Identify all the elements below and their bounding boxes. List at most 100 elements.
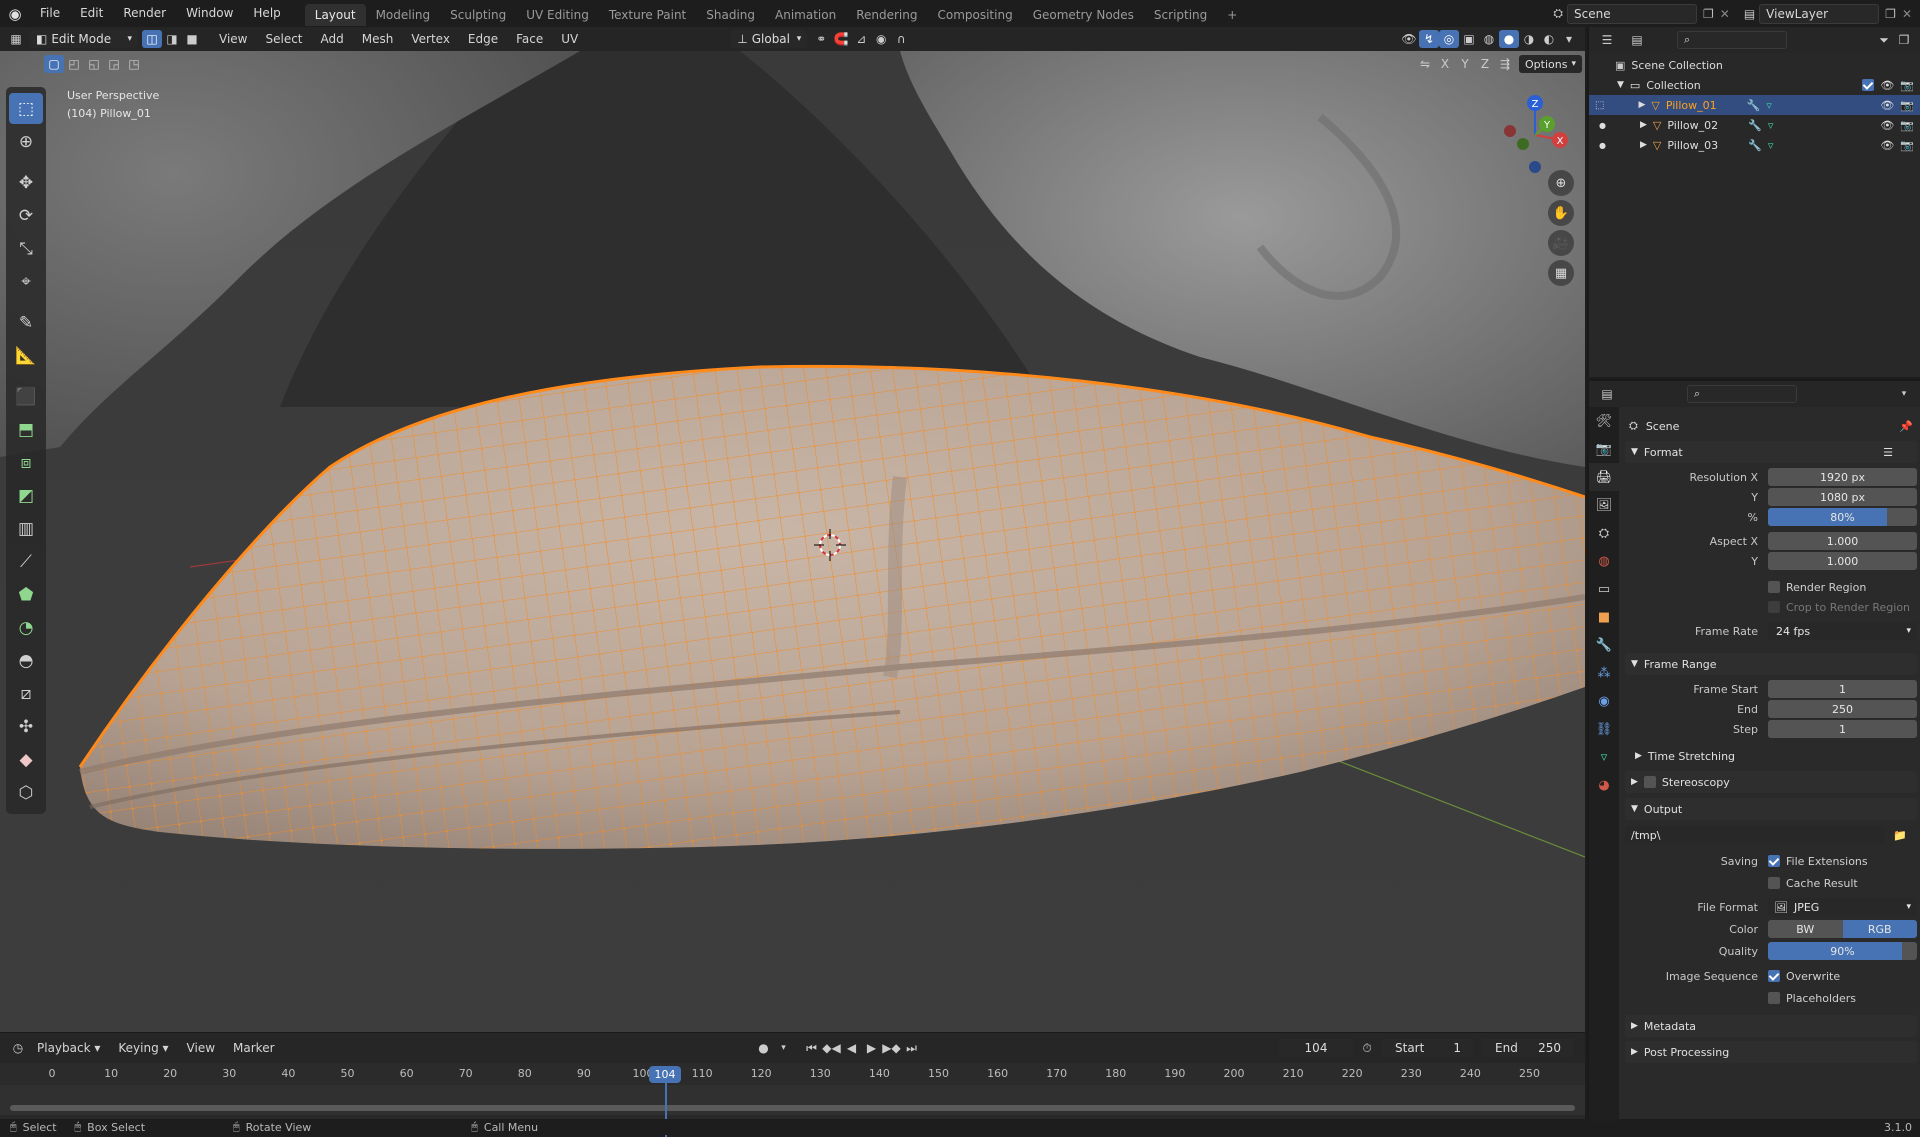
shear-tool-icon[interactable]: ◆ [9,744,43,775]
transform-tool-icon[interactable]: ⌖ [9,266,43,297]
quality-slider[interactable]: 90% [1768,942,1917,960]
outliner-collection[interactable]: ▼ ▭ Collection 👁 📷 [1589,75,1920,95]
snap-icon[interactable]: 🧲 [831,30,851,48]
new-collection-icon[interactable]: ❐ [1894,31,1914,49]
pan-hand-icon[interactable]: ✋ [1548,200,1574,226]
view-layer-tab-icon[interactable]: 🖼 [1589,491,1619,519]
display-mode-icon[interactable]: ▤ [1627,31,1647,49]
frame-start-field[interactable]: 1 [1768,680,1917,698]
overwrite-checkbox[interactable] [1768,970,1780,982]
tab-texture-paint[interactable]: Texture Paint [599,4,696,26]
data-tab-icon[interactable]: ▿ [1589,743,1619,771]
render-region-checkbox[interactable] [1768,581,1780,593]
mirror-icon[interactable]: ⇋ [1415,55,1435,73]
tab-layout[interactable]: Layout [304,3,366,26]
view-layer-selector[interactable]: ViewLayer [1759,3,1880,24]
eye-icon[interactable]: 👁 [1880,99,1894,112]
snap-target-icon[interactable]: ⊿ [851,30,871,48]
tool-tab-icon[interactable]: 🛠 [1589,407,1619,435]
stereoscopy-checkbox[interactable] [1643,776,1656,788]
axis-x-toggle[interactable]: X [1435,55,1455,73]
annotate-tool-icon[interactable]: ✎ [9,307,43,338]
end-frame-field[interactable]: End 250 [1481,1039,1573,1057]
timeline-track[interactable] [0,1085,1585,1115]
format-panel-header[interactable]: ▼ Format ☰ [1625,441,1917,463]
tab-animation[interactable]: Animation [765,4,846,26]
crop-region-checkbox[interactable] [1768,601,1780,613]
3d-viewport[interactable]: ▦ ◧ Edit Mode ▾ ◫ ◨ ■ View Select Add Me… [0,27,1585,1032]
prev-keyframe-icon[interactable]: ◆◀ [822,1039,842,1057]
zoom-icon[interactable]: ⊕ [1548,170,1574,196]
aspect-x-field[interactable]: 1.000 [1768,532,1917,550]
blender-logo-icon[interactable]: ◉ [0,5,30,23]
render-region-row[interactable]: Render Region [1625,577,1917,597]
select-subtract-icon[interactable]: ◱ [84,55,104,73]
eye-icon[interactable]: 👁 [1880,79,1894,92]
stereoscopy-panel-header[interactable]: ▶ Stereoscopy [1625,771,1917,793]
time-stretching-subpanel[interactable]: ▶ Time Stretching [1635,745,1917,767]
measure-tool-icon[interactable]: 📐 [9,340,43,371]
tab-sculpting[interactable]: Sculpting [440,4,516,26]
material-shading-icon[interactable]: ◑ [1519,30,1539,48]
tab-rendering[interactable]: Rendering [846,4,927,26]
menu-add[interactable]: Add [312,32,353,46]
timeline-editor-type-icon[interactable]: ◷ [8,1039,28,1057]
menu-face[interactable]: Face [507,32,552,46]
cache-result-checkbox[interactable] [1768,877,1780,889]
scale-tool-icon[interactable]: ⤡ [9,233,43,264]
color-bw-button[interactable]: BW [1768,920,1843,938]
metadata-panel-header[interactable]: ▶ Metadata [1625,1015,1917,1037]
tab-geometry-nodes[interactable]: Geometry Nodes [1023,4,1144,26]
editor-type-icon[interactable]: ▦ [6,30,26,48]
chevron-down-icon[interactable]: ▾ [1894,385,1914,403]
frame-step-field[interactable]: 1 [1768,720,1917,738]
file-extensions-checkbox[interactable] [1768,855,1780,867]
frame-rate-dropdown[interactable]: 24 fps ▾ [1768,622,1917,640]
camera-view-icon[interactable]: 🎥 [1548,230,1574,256]
delete-scene-icon[interactable]: ✕ [1720,7,1730,21]
render-tab-icon[interactable]: 📷 [1589,435,1619,463]
shading-options-icon[interactable]: ▾ [1559,30,1579,48]
scene-selector[interactable]: Scene [1567,3,1697,24]
new-scene-icon[interactable]: ❐ [1703,7,1714,21]
menu-marker[interactable]: Marker [224,1041,283,1055]
particles-tab-icon[interactable]: ⁂ [1589,659,1619,687]
select-box-tool-icon[interactable]: ⬚ [9,93,43,124]
mesh-data-icon[interactable]: ▿ [1768,119,1774,132]
tab-shading[interactable]: Shading [696,4,765,26]
gizmo-toggle-icon[interactable]: ↯ [1419,30,1439,48]
record-options-icon[interactable]: ▾ [774,1039,794,1057]
visibility-icon[interactable]: 👁 [1399,30,1419,48]
properties-editor-type-icon[interactable]: ▤ [1597,385,1617,403]
vertex-select-icon[interactable]: ◫ [142,30,162,48]
color-rgb-button[interactable]: RGB [1842,920,1917,938]
auto-merge-icon[interactable]: ⇶ [1495,55,1515,73]
output-path-field[interactable]: /tmp\ [1625,826,1885,844]
timeline-ruler[interactable]: 0 10 20 30 40 50 60 70 80 90 100 110 120 130 140 150 160… [0,1063,1585,1085]
camera-render-icon[interactable]: 📷 [1900,119,1914,132]
menu-uv[interactable]: UV [552,32,587,46]
tab-scripting[interactable]: Scripting [1144,4,1217,26]
inset-tool-icon[interactable]: ⧈ [9,447,43,478]
outliner-search[interactable]: ⌕ [1677,31,1787,49]
resolution-x-field[interactable]: 1920 px [1768,468,1917,486]
modifier-icon[interactable]: 🔧 [1747,99,1761,112]
preview-range-icon[interactable]: ⏱ [1357,1039,1377,1057]
tab-uv-editing[interactable]: UV Editing [516,4,599,26]
solid-shading-icon[interactable]: ● [1499,30,1519,48]
ortho-grid-icon[interactable]: ▦ [1548,260,1574,286]
output-panel-header[interactable]: ▼ Output [1625,798,1917,820]
knife-tool-icon[interactable]: ⟋ [9,546,43,577]
menu-edge[interactable]: Edge [459,32,507,46]
play-reverse-icon[interactable]: ◀ [842,1039,862,1057]
expand-icon[interactable]: ▶ [1638,100,1645,110]
material-tab-icon[interactable]: ◕ [1589,771,1619,799]
pivot-point-icon[interactable]: ⚭ [811,30,831,48]
frame-end-field[interactable]: 250 [1768,700,1917,718]
menu-help[interactable]: Help [243,0,290,27]
delete-view-layer-icon[interactable]: ✕ [1902,7,1912,21]
timeline-scrollbar[interactable] [10,1105,1575,1111]
modifier-icon[interactable]: 🔧 [1748,119,1762,132]
object-mode-icon[interactable]: ⬚ [1595,100,1604,111]
menu-mesh[interactable]: Mesh [353,32,403,46]
